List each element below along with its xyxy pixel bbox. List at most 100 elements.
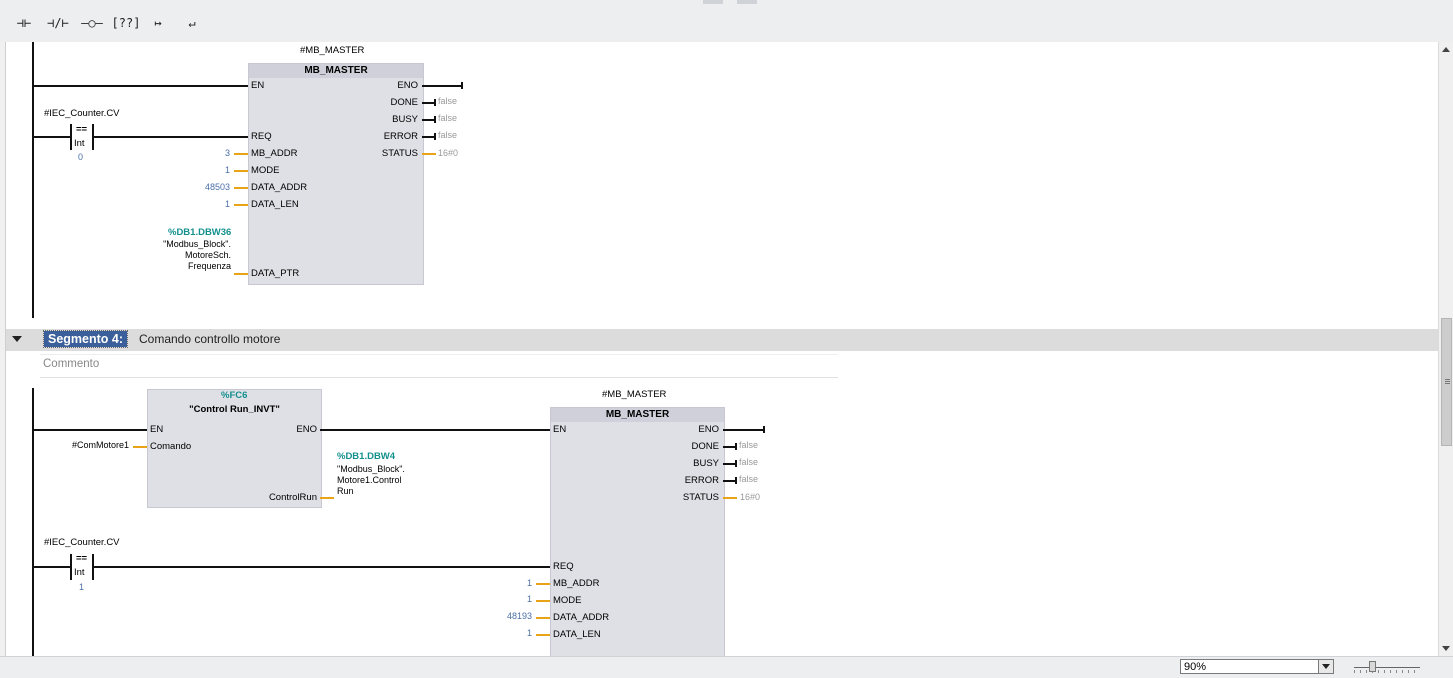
operand-line: "Modbus_Block". <box>337 464 405 474</box>
status-value: 16#0 <box>438 148 459 158</box>
vertical-scrollbar[interactable] <box>1438 42 1453 656</box>
fc-pin-en[interactable]: EN <box>150 424 163 435</box>
pin-mode[interactable]: MODE <box>553 595 582 606</box>
zoom-dropdown-button[interactable] <box>1318 660 1333 673</box>
zoom-slider-thumb[interactable] <box>1369 661 1376 672</box>
pin-data-addr[interactable]: DATA_ADDR <box>251 182 307 193</box>
wire <box>422 153 436 155</box>
data-addr-value[interactable]: 48193 <box>488 611 532 621</box>
pin-data-ptr[interactable]: DATA_PTR <box>251 268 299 279</box>
wire <box>234 187 248 189</box>
wire-end <box>461 82 463 89</box>
ladder-editor[interactable]: #MB_MASTER MB_MASTER EN REQ MB_ADDR MODE… <box>6 42 1438 656</box>
block-title: MB_MASTER <box>551 408 724 422</box>
wire-end <box>434 99 436 106</box>
zoom-slider-track[interactable] <box>1354 667 1420 668</box>
segment-label[interactable]: Segmento 4: <box>42 330 129 348</box>
segment-4-header[interactable]: Segmento 4: Comando controllo motore <box>6 329 1438 351</box>
pin-mb-addr[interactable]: MB_ADDR <box>251 148 297 159</box>
segment-comment[interactable]: Commento <box>40 354 838 378</box>
busy-value: false <box>438 113 458 123</box>
open-branch-icon[interactable]: ↦ <box>143 9 173 37</box>
data-len-value[interactable]: 1 <box>202 199 230 209</box>
pin-data-len[interactable]: DATA_LEN <box>553 629 601 640</box>
scroll-up-icon[interactable] <box>1442 47 1450 52</box>
wire <box>536 617 550 619</box>
pin-mb-addr[interactable]: MB_ADDR <box>553 578 599 589</box>
pin-done[interactable]: DONE <box>666 441 719 452</box>
contact-left <box>70 554 72 580</box>
operand-line: Motore1.Control <box>337 475 402 485</box>
fc-out-operand[interactable]: "Modbus_Block". Motore1.Control Run <box>337 464 405 497</box>
fc-pin-comando[interactable]: Comando <box>150 441 191 452</box>
wire <box>723 480 735 482</box>
pin-status[interactable]: STATUS <box>666 492 719 503</box>
data-len-value[interactable]: 1 <box>504 628 532 638</box>
wire <box>133 446 147 448</box>
pin-eno[interactable]: ENO <box>666 424 719 435</box>
wire <box>94 566 550 568</box>
pin-data-addr[interactable]: DATA_ADDR <box>553 612 609 623</box>
fc-pin-eno[interactable]: ENO <box>266 424 317 435</box>
pin-done[interactable]: DONE <box>366 97 418 108</box>
zoom-select[interactable]: 90% <box>1180 659 1334 674</box>
pin-status[interactable]: STATUS <box>366 148 418 159</box>
instance-db-label: #MB_MASTER <box>602 389 667 400</box>
pin-req[interactable]: REQ <box>251 131 272 142</box>
wire <box>422 102 434 104</box>
nc-contact-icon[interactable]: ⊣/⊢ <box>43 9 73 37</box>
compare-value[interactable]: 0 <box>78 152 83 162</box>
mode-value[interactable]: 1 <box>504 594 532 604</box>
mb-addr-value[interactable]: 1 <box>504 578 532 588</box>
fc-name: "Control Run_INVT" <box>189 404 280 415</box>
grip-line <box>1445 379 1450 380</box>
pin-busy[interactable]: BUSY <box>666 458 719 469</box>
operand-line: MotoreSch. <box>184 250 231 260</box>
no-contact-icon[interactable]: ⊣⊢ <box>9 9 39 37</box>
done-value: false <box>438 96 458 106</box>
fc-pin-controlrun[interactable]: ControlRun <box>246 492 317 503</box>
fc-address: %FC6 <box>221 390 248 401</box>
pin-busy[interactable]: BUSY <box>366 114 418 125</box>
pin-data-len[interactable]: DATA_LEN <box>251 199 299 210</box>
pin-req[interactable]: REQ <box>553 561 574 572</box>
ladder-toolbar: ⊣⊢ ⊣/⊢ –○– [??] ↦ ↵ <box>0 0 1453 43</box>
compare-value[interactable]: 1 <box>79 582 84 592</box>
splitter-handle[interactable] <box>703 0 723 4</box>
close-branch-icon[interactable]: ↵ <box>177 9 207 37</box>
scroll-thumb[interactable] <box>1441 318 1452 446</box>
pin-en[interactable]: EN <box>553 424 566 435</box>
wire <box>234 273 248 275</box>
empty-box-icon[interactable]: [??] <box>111 9 141 37</box>
wire-end <box>735 477 737 484</box>
wire-end <box>763 426 765 433</box>
mode-value[interactable]: 1 <box>202 165 230 175</box>
wire <box>422 136 434 138</box>
data-ptr-operand[interactable]: "Modbus_Block". MotoreSch. Frequenza <box>146 239 231 272</box>
mb-addr-value[interactable]: 3 <box>202 148 230 158</box>
data-addr-value[interactable]: 48503 <box>186 182 230 192</box>
contact-operand[interactable]: #IEC_Counter.CV <box>44 108 120 119</box>
wire <box>234 170 248 172</box>
wire <box>320 497 334 499</box>
contact-operand[interactable]: #IEC_Counter.CV <box>44 537 120 548</box>
coil-icon[interactable]: –○– <box>77 9 107 37</box>
pin-error[interactable]: ERROR <box>366 131 418 142</box>
segment-title[interactable]: Comando controllo motore <box>139 332 280 346</box>
data-ptr-address: %DB1.DBW36 <box>168 227 232 238</box>
wire <box>723 463 735 465</box>
pin-error[interactable]: ERROR <box>666 475 719 486</box>
error-value: false <box>739 474 759 484</box>
pin-mode[interactable]: MODE <box>251 165 280 176</box>
wire <box>723 429 764 431</box>
zoom-value: 90% <box>1184 661 1207 673</box>
collapse-arrow-icon[interactable] <box>12 336 22 342</box>
fc-in-operand[interactable]: #ComMotore1 <box>56 440 129 450</box>
wire-end <box>735 443 737 450</box>
pin-en[interactable]: EN <box>251 80 264 91</box>
pin-eno[interactable]: ENO <box>366 80 418 91</box>
scroll-down-icon[interactable] <box>1442 646 1450 651</box>
splitter-handle[interactable] <box>737 0 757 4</box>
wire <box>723 497 737 499</box>
wire-end <box>735 460 737 467</box>
